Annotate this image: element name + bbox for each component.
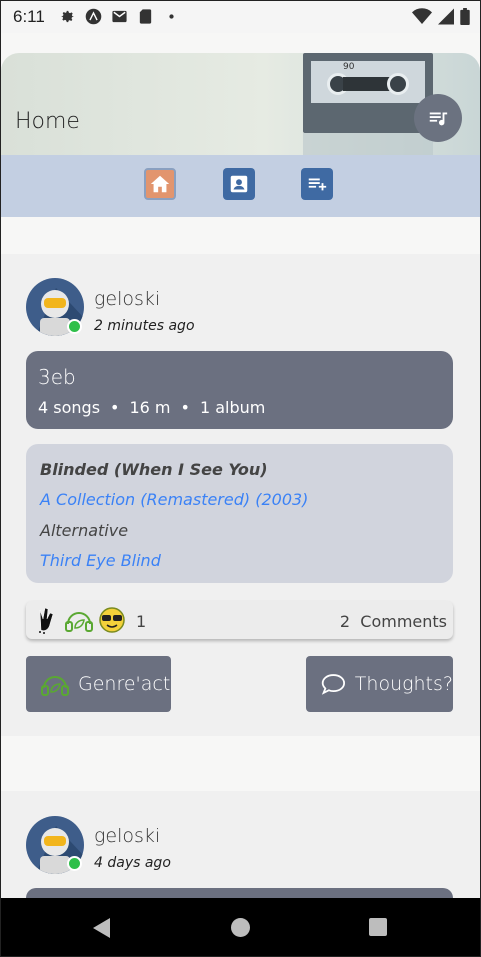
post-time: 4 days ago [94, 855, 171, 871]
status-system-icons [412, 8, 470, 25]
genreact-button[interactable]: Genre'act [26, 656, 171, 712]
playlist-name: 3eb [38, 365, 76, 389]
home-nav-icon[interactable] [231, 918, 250, 937]
feed-post: geloski 4 days ago [1, 791, 480, 908]
home-header-banner: 90 Home [1, 53, 480, 155]
headphones-leaf-icon [41, 676, 69, 696]
reaction-count: 1 [136, 612, 147, 631]
app-screen: 6:11 90 Home geloski 2 minutes ago 3eb 4… [0, 0, 481, 957]
thoughts-label: Thoughts? [354, 673, 453, 695]
status-time: 6:11 [13, 7, 45, 26]
headphones-leaf-icon [65, 612, 93, 632]
chat-bubble-icon [321, 674, 346, 695]
wifi-icon [412, 8, 432, 24]
settings-icon [61, 10, 74, 23]
status-notification-icons [59, 8, 180, 25]
feed-post: geloski 2 minutes ago 3eb 4 songs • 16 m… [1, 254, 480, 736]
comments-link[interactable]: 2 Comments [340, 612, 447, 631]
playlist-meta: 4 songs • 16 m • 1 album [38, 398, 265, 417]
home-icon [150, 175, 170, 193]
cassette-number: 90 [343, 62, 355, 72]
gmail-icon [112, 10, 127, 23]
tab-playlists[interactable] [301, 168, 333, 200]
dot-icon [169, 14, 174, 19]
comments-label: Comments [360, 612, 447, 631]
playlist-duration: 16 m [129, 398, 171, 417]
playlist-card[interactable]: 3eb 4 songs • 16 m • 1 album [26, 351, 453, 429]
playlist-album-count: 1 album [199, 398, 266, 417]
recents-icon[interactable] [369, 918, 387, 936]
status-bar: 6:11 [1, 1, 480, 33]
post-username[interactable]: geloski [94, 825, 160, 847]
page-title: Home [15, 109, 80, 134]
battery-icon [460, 8, 470, 25]
reaction-emojis[interactable] [34, 606, 126, 634]
app-icon [85, 8, 102, 25]
song-artist-link[interactable]: Third Eye Blind [40, 551, 161, 570]
tab-nav-bar [1, 155, 480, 217]
post-username[interactable]: geloski [94, 288, 160, 310]
online-status-dot [67, 319, 82, 334]
contact-icon [230, 175, 248, 193]
cassette-window [343, 77, 393, 91]
playlist-add-icon [308, 178, 327, 191]
post-time: 2 minutes ago [94, 318, 195, 334]
separator-dot: • [180, 398, 190, 417]
separator-dot: • [110, 398, 120, 417]
song-album-link[interactable]: A Collection (Remastered) (2003) [40, 490, 308, 509]
back-icon[interactable] [93, 918, 111, 938]
comments-count: 2 [339, 612, 351, 631]
cassette-reflection [303, 133, 433, 155]
cassette-reel-right [387, 73, 409, 95]
playlist-song-count: 4 songs [38, 398, 101, 417]
signal-icon [438, 8, 454, 25]
song-genre: Alternative [40, 521, 129, 540]
sunglasses-face-icon [99, 607, 125, 633]
song-title: Blinded (When I See You) [40, 460, 268, 479]
reaction-bar: 1 2 Comments [26, 601, 453, 639]
genreact-label: Genre'act [78, 673, 171, 695]
song-card: Blinded (When I See You) A Collection (R… [26, 444, 453, 583]
tab-profile[interactable] [223, 168, 255, 200]
sd-card-icon [139, 9, 152, 24]
queue-music-icon [429, 112, 448, 126]
rock-hand-icon [39, 607, 54, 634]
tab-home[interactable] [144, 168, 176, 200]
system-navigation-bar [1, 898, 480, 956]
queue-music-button[interactable] [414, 94, 462, 142]
online-status-dot [67, 856, 82, 871]
thoughts-button[interactable]: Thoughts? [306, 656, 453, 712]
